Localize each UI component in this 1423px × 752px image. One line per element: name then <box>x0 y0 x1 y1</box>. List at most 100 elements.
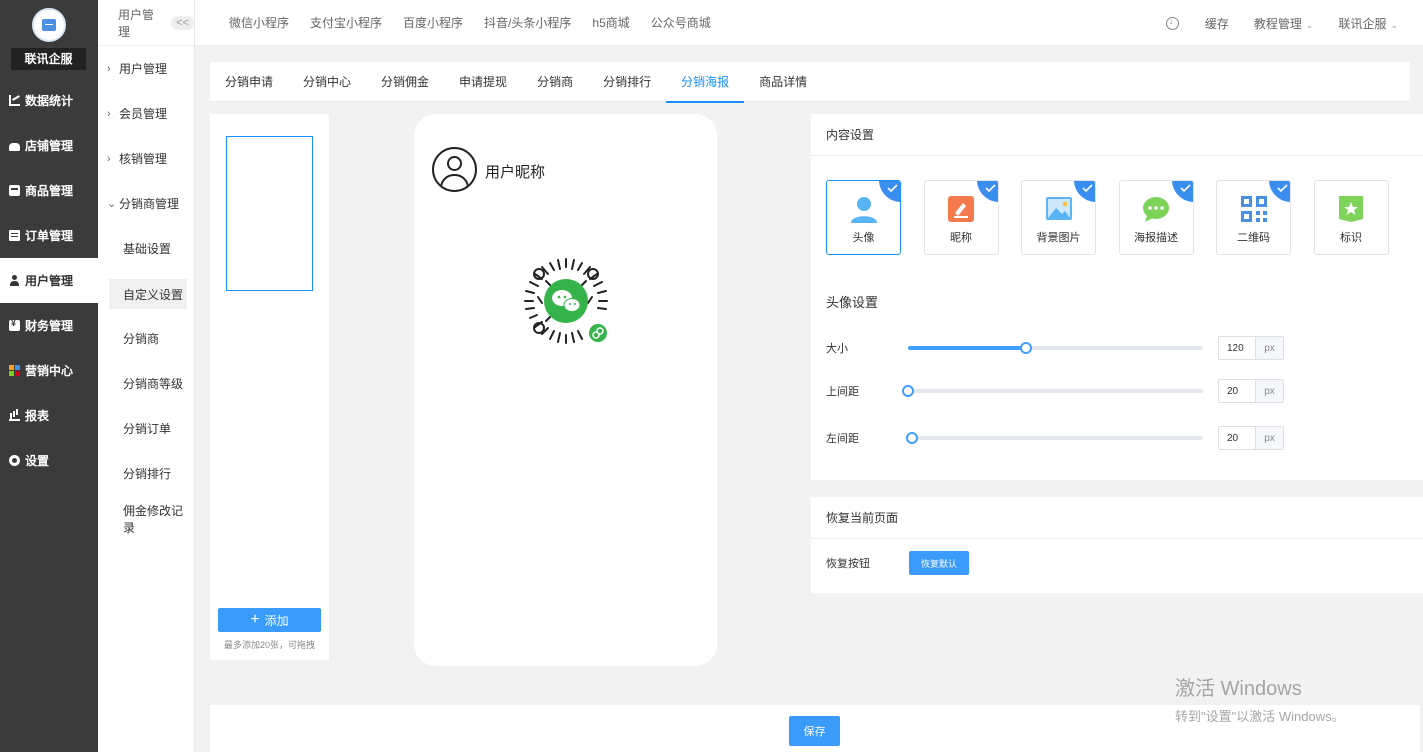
tab-commission[interactable]: 分销佣金 <box>366 62 444 102</box>
top-margin-slider[interactable] <box>902 385 1203 397</box>
checkmark-icon <box>1171 181 1193 202</box>
cache-button[interactable]: 缓存 <box>1205 15 1229 32</box>
option-badge[interactable]: 标识 <box>1313 180 1389 255</box>
option-background[interactable]: 背景图片 <box>1021 180 1096 255</box>
preview-nickname[interactable]: 用户昵称 <box>485 161 545 182</box>
option-label: 昵称 <box>950 232 972 244</box>
tab-withdraw[interactable]: 申请提现 <box>444 62 522 102</box>
submenu-header: 用户管理 << <box>98 0 194 46</box>
avatar-placeholder-icon[interactable] <box>432 147 477 192</box>
option-poster-desc[interactable]: 海报描述 <box>1118 180 1194 255</box>
tab-poster[interactable]: 分销海报 <box>666 62 745 103</box>
sidebar-item-finance[interactable]: 财务管理 <box>0 303 98 348</box>
top-link-alipay[interactable]: 支付宝小程序 <box>310 14 382 31</box>
add-background-button[interactable]: + 添加 <box>218 608 321 632</box>
sidebar-item-marketing[interactable]: 营销中心 <box>0 348 98 393</box>
slider-handle[interactable] <box>906 432 919 444</box>
slider-label: 左间距 <box>826 433 859 445</box>
submenu-group-users[interactable]: › 用户管理 <box>98 46 194 91</box>
background-thumbnail[interactable] <box>226 136 313 291</box>
logo-icon <box>32 8 66 42</box>
chevron-down-icon: ⌄ <box>1390 19 1398 30</box>
size-slider[interactable] <box>908 342 1203 354</box>
submenu-group-label: 核销管理 <box>119 152 168 166</box>
save-button[interactable]: 保存 <box>789 716 840 746</box>
submenu-group-members[interactable]: › 会员管理 <box>98 91 194 136</box>
checkmark-icon <box>976 181 998 202</box>
sidebar-item-label: 用户管理 <box>25 274 74 288</box>
submenu-item-custom[interactable]: 自定义设置 <box>109 279 187 309</box>
option-qrcode[interactable]: 二维码 <box>1216 180 1291 255</box>
brand-name: 联讯企服 <box>11 48 86 70</box>
submenu-item-orders[interactable]: 分销订单 <box>98 406 194 451</box>
submenu-item-basic[interactable]: 基础设置 <box>98 226 194 271</box>
restore-label: 恢复按钮 <box>826 558 870 570</box>
content-settings-panel: 内容设置 头像 昵称 背景图片 海报描述 二维码 标识 头像设置 大小 120 … <box>811 114 1423 480</box>
checkmark-icon <box>1074 181 1095 202</box>
top-margin-input[interactable] <box>1219 380 1255 402</box>
main-sidebar: 联讯企服 数据统计 店铺管理 商品管理 订单管理 用户管理 财务管理 营销中心 … <box>0 0 98 752</box>
left-margin-input[interactable] <box>1219 427 1255 449</box>
top-link-baidu[interactable]: 百度小程序 <box>403 14 463 31</box>
submenu-group-label: 用户管理 <box>119 62 168 76</box>
avatar-option-icon <box>850 197 877 223</box>
submenu-title: 用户管理 <box>118 7 155 39</box>
restore-default-button[interactable]: 恢复默认 <box>909 551 969 575</box>
tab-goods-detail[interactable]: 商品详情 <box>744 62 822 102</box>
sidebar-item-settings[interactable]: 设置 <box>0 438 98 483</box>
size-input-group: px <box>1218 336 1284 360</box>
sidebar-item-reports[interactable]: 报表 <box>0 393 98 438</box>
mini-program-qrcode-icon[interactable] <box>522 257 610 345</box>
tab-ranking[interactable]: 分销排行 <box>588 62 666 102</box>
submenu-item-distributors[interactable]: 分销商 <box>98 316 194 361</box>
add-tip: 最多添加20张，可拖拽 <box>223 640 315 650</box>
top-link-douyin[interactable]: 抖音/头条小程序 <box>484 14 571 31</box>
submenu-group-verify[interactable]: › 核销管理 <box>98 136 194 181</box>
top-link-h5[interactable]: h5商城 <box>592 14 629 31</box>
slider-handle[interactable] <box>1020 342 1032 354</box>
sidebar-item-users[interactable]: 用户管理 <box>0 258 98 303</box>
sidebar-item-shop[interactable]: 店铺管理 <box>0 123 98 168</box>
submenu-item-ranking[interactable]: 分销排行 <box>98 451 194 496</box>
element-options: 头像 昵称 背景图片 海报描述 二维码 标识 <box>826 180 1411 255</box>
tab-apply[interactable]: 分销申请 <box>210 62 288 102</box>
top-link-official[interactable]: 公众号商城 <box>651 14 711 31</box>
top-margin-slider-row: 上间距 px <box>826 379 1284 403</box>
list-icon <box>9 230 20 241</box>
submenu-group-distributor[interactable]: ⌄ 分销商管理 <box>98 181 194 226</box>
option-nickname[interactable]: 昵称 <box>923 180 999 255</box>
tab-distributor[interactable]: 分销商 <box>522 62 588 102</box>
sidebar-item-label: 营销中心 <box>25 364 74 378</box>
top-margin-input-group: px <box>1218 379 1284 403</box>
tutorial-menu[interactable]: 教程管理 ⌄ <box>1254 15 1314 32</box>
size-input[interactable] <box>1219 337 1255 359</box>
tab-center[interactable]: 分销中心 <box>288 62 366 102</box>
market-icon <box>9 365 20 376</box>
user-label: 联讯企服 <box>1338 16 1387 31</box>
size-slider-row: 大小 px <box>826 336 1284 360</box>
sidebar-item-orders[interactable]: 订单管理 <box>0 213 98 258</box>
logo-area: 联讯企服 <box>0 0 98 78</box>
submenu-item-levels[interactable]: 分销商等级 <box>98 361 194 406</box>
collapse-button[interactable]: << <box>171 15 194 30</box>
download-icon[interactable] <box>1165 16 1179 30</box>
sidebar-item-stats[interactable]: 数据统计 <box>0 78 98 123</box>
left-margin-slider[interactable] <box>906 432 1203 444</box>
money-icon <box>9 318 20 331</box>
user-icon <box>9 275 20 286</box>
top-link-wechat[interactable]: 微信小程序 <box>229 14 289 31</box>
sidebar-item-label: 设置 <box>25 454 50 468</box>
submenu-group-label: 分销商管理 <box>119 197 180 211</box>
slider-label: 上间距 <box>826 386 859 398</box>
sidebar-item-goods[interactable]: 商品管理 <box>0 168 98 213</box>
gear-icon <box>9 455 20 466</box>
unit-label: px <box>1255 427 1283 449</box>
slider-handle[interactable] <box>902 385 914 397</box>
avatar-settings-title: 头像设置 <box>826 295 879 310</box>
user-menu[interactable]: 联讯企服 ⌄ <box>1338 15 1398 32</box>
option-avatar[interactable]: 头像 <box>826 180 901 255</box>
qrcode-option-icon <box>1240 196 1267 222</box>
submenu-item-commission-log[interactable]: 佣金修改记录 <box>98 496 194 541</box>
sidebar-item-label: 店铺管理 <box>25 139 74 153</box>
nickname-option-icon <box>948 196 974 222</box>
